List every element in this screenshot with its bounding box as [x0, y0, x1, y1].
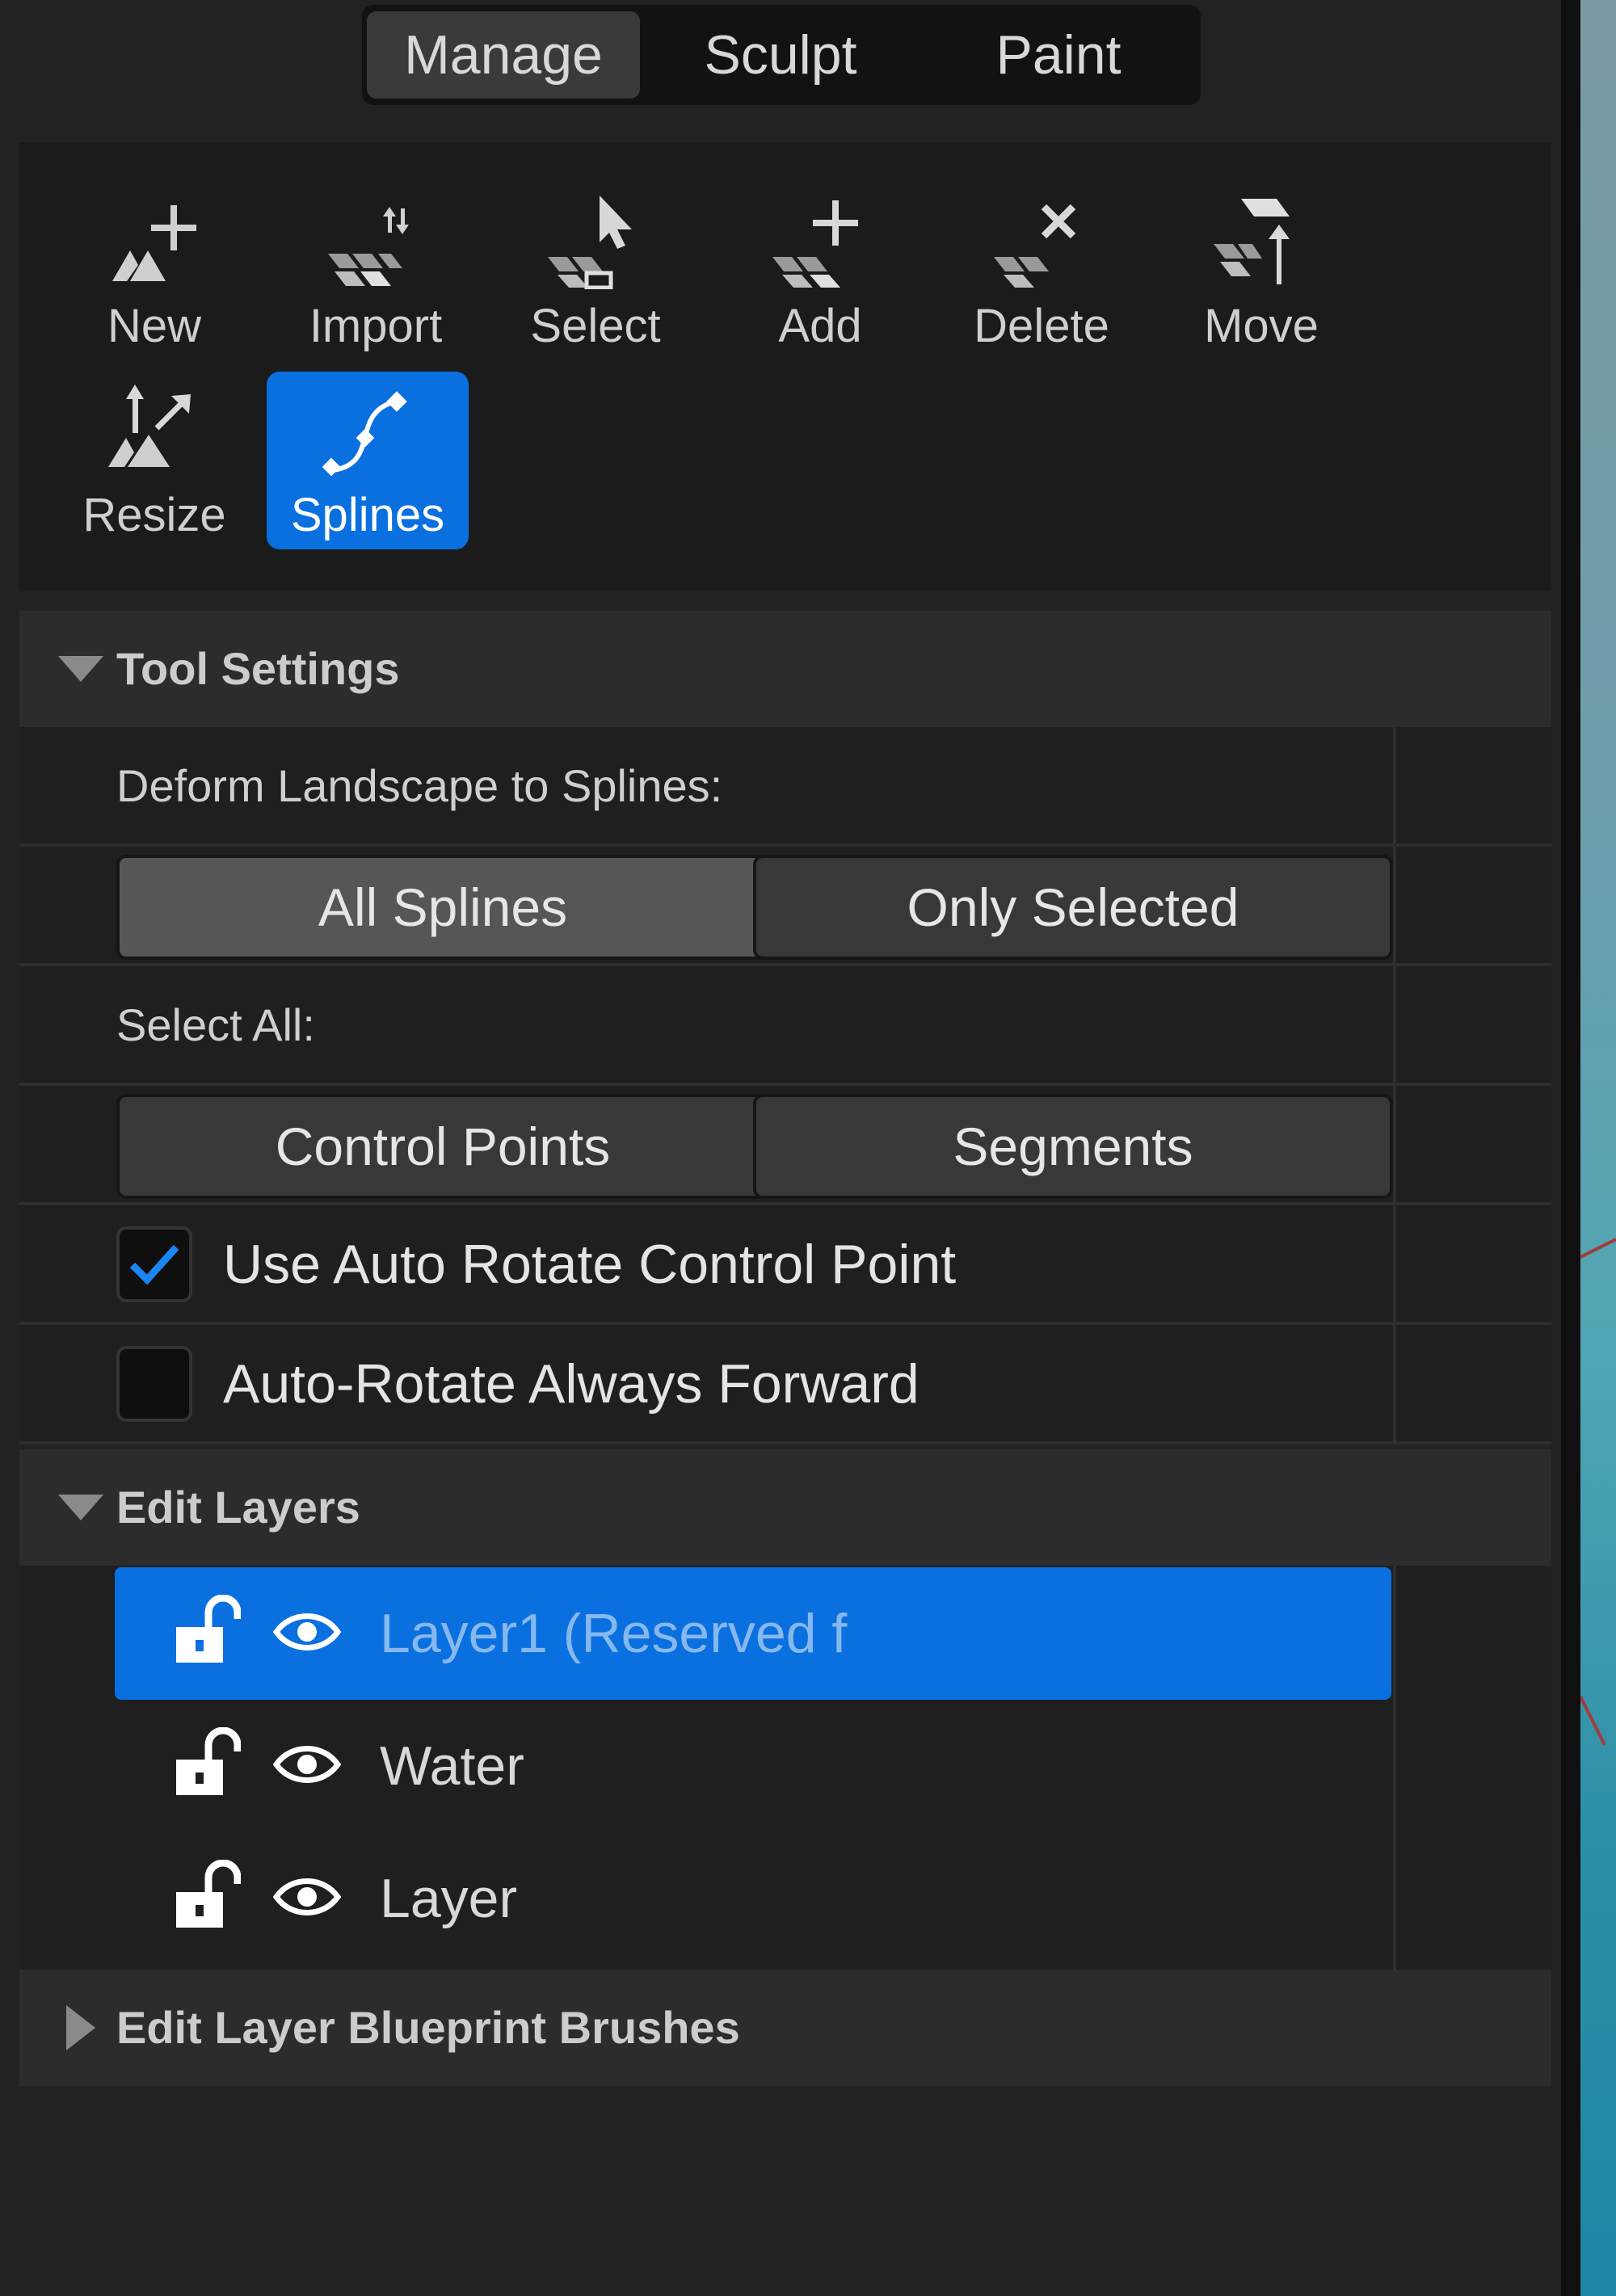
segments-button[interactable]: Segments [753, 1094, 1393, 1199]
layer-row[interactable]: Layer1 (Reserved f [115, 1567, 1391, 1700]
import-icon [328, 207, 409, 286]
section-title: Edit Layers [116, 1482, 360, 1533]
edit-layers-header[interactable]: Edit Layers [19, 1449, 1551, 1566]
auto-rotate-checkbox[interactable] [116, 1226, 192, 1302]
tool-settings-header[interactable]: Tool Settings [19, 611, 1551, 727]
chevron-down-icon [58, 1495, 103, 1520]
tool-resize-label: Resize [82, 489, 226, 541]
tool-import-label: Import [309, 300, 443, 352]
section-title: Tool Settings [116, 643, 400, 694]
level-viewport[interactable] [1580, 0, 1616, 2296]
tab-sculpt[interactable]: Sculpt [643, 11, 918, 99]
select-icon [548, 196, 632, 289]
add-icon [772, 200, 858, 288]
viewport-spline-lines [1580, 1238, 1616, 1746]
layer-name: Layer [380, 1868, 518, 1929]
layer-name: Layer1 (Reserved f [380, 1603, 848, 1664]
select-all-label: Select All: [116, 999, 315, 1050]
auto-rotate-row: Use Auto Rotate Control Point [19, 1205, 1551, 1325]
layer-row[interactable]: Layer [115, 1832, 1391, 1965]
always-forward-row: Auto-Rotate Always Forward [19, 1325, 1551, 1444]
tool-select-label: Select [530, 300, 661, 352]
layer-name: Water [380, 1735, 524, 1797]
tool-delete-label: Delete [974, 300, 1109, 352]
layer-row[interactable]: Water [115, 1700, 1391, 1832]
tab-paint[interactable]: Paint [921, 11, 1196, 99]
chevron-right-icon [66, 2005, 95, 2050]
select-all-options-row: Control Points Segments [19, 1086, 1551, 1205]
auto-rotate-label: Use Auto Rotate Control Point [223, 1234, 957, 1295]
tool-move-label: Move [1204, 300, 1319, 352]
tool-add-label: Add [778, 300, 862, 352]
chevron-down-icon [58, 656, 103, 682]
eye-icon[interactable] [273, 1606, 341, 1658]
eye-icon[interactable] [273, 1739, 341, 1790]
resize-icon [108, 385, 191, 467]
blueprint-brushes-header[interactable]: Edit Layer Blueprint Brushes [19, 1970, 1551, 2086]
tool-splines-button[interactable]: Splines [267, 372, 469, 549]
move-icon [1214, 199, 1290, 284]
panel-splitter[interactable] [1561, 0, 1580, 2296]
splines-icon [322, 391, 407, 477]
tool-import-button[interactable]: Import [275, 189, 477, 367]
section-title: Edit Layer Blueprint Brushes [116, 2002, 740, 2053]
tool-new-label: New [107, 300, 202, 352]
select-all-label-row: Select All: [19, 966, 1551, 1086]
all-splines-button[interactable]: All Splines [116, 855, 769, 960]
unlock-icon[interactable] [173, 1860, 241, 1929]
tool-palette: New Import Select Add Delete Move Resize… [19, 142, 1551, 591]
always-forward-checkbox[interactable] [116, 1346, 192, 1422]
delete-icon [994, 204, 1076, 288]
always-forward-label: Auto-Rotate Always Forward [223, 1353, 920, 1415]
unlock-icon[interactable] [173, 1595, 241, 1664]
tool-select-button[interactable]: Select [494, 189, 696, 367]
unlock-icon[interactable] [173, 1727, 241, 1797]
tab-manage[interactable]: Manage [367, 11, 640, 99]
tool-resize-button[interactable]: Resize [53, 372, 255, 549]
eye-icon[interactable] [273, 1871, 341, 1923]
new-icon [112, 205, 196, 281]
tool-add-button[interactable]: Add [719, 189, 921, 367]
tool-delete-button[interactable]: Delete [941, 189, 1143, 367]
only-selected-button[interactable]: Only Selected [753, 855, 1393, 960]
checkmark-icon [129, 1244, 179, 1285]
tool-splines-label: Splines [290, 489, 445, 541]
control-points-button[interactable]: Control Points [116, 1094, 769, 1199]
deform-options-row: All Splines Only Selected [19, 847, 1551, 966]
deform-label-row: Deform Landscape to Splines: [19, 727, 1551, 847]
tool-move-button[interactable]: Move [1160, 189, 1362, 367]
deform-label: Deform Landscape to Splines: [116, 760, 723, 811]
mode-tab-bar: Manage Sculpt Paint [362, 5, 1201, 105]
tool-new-button[interactable]: New [53, 189, 255, 367]
